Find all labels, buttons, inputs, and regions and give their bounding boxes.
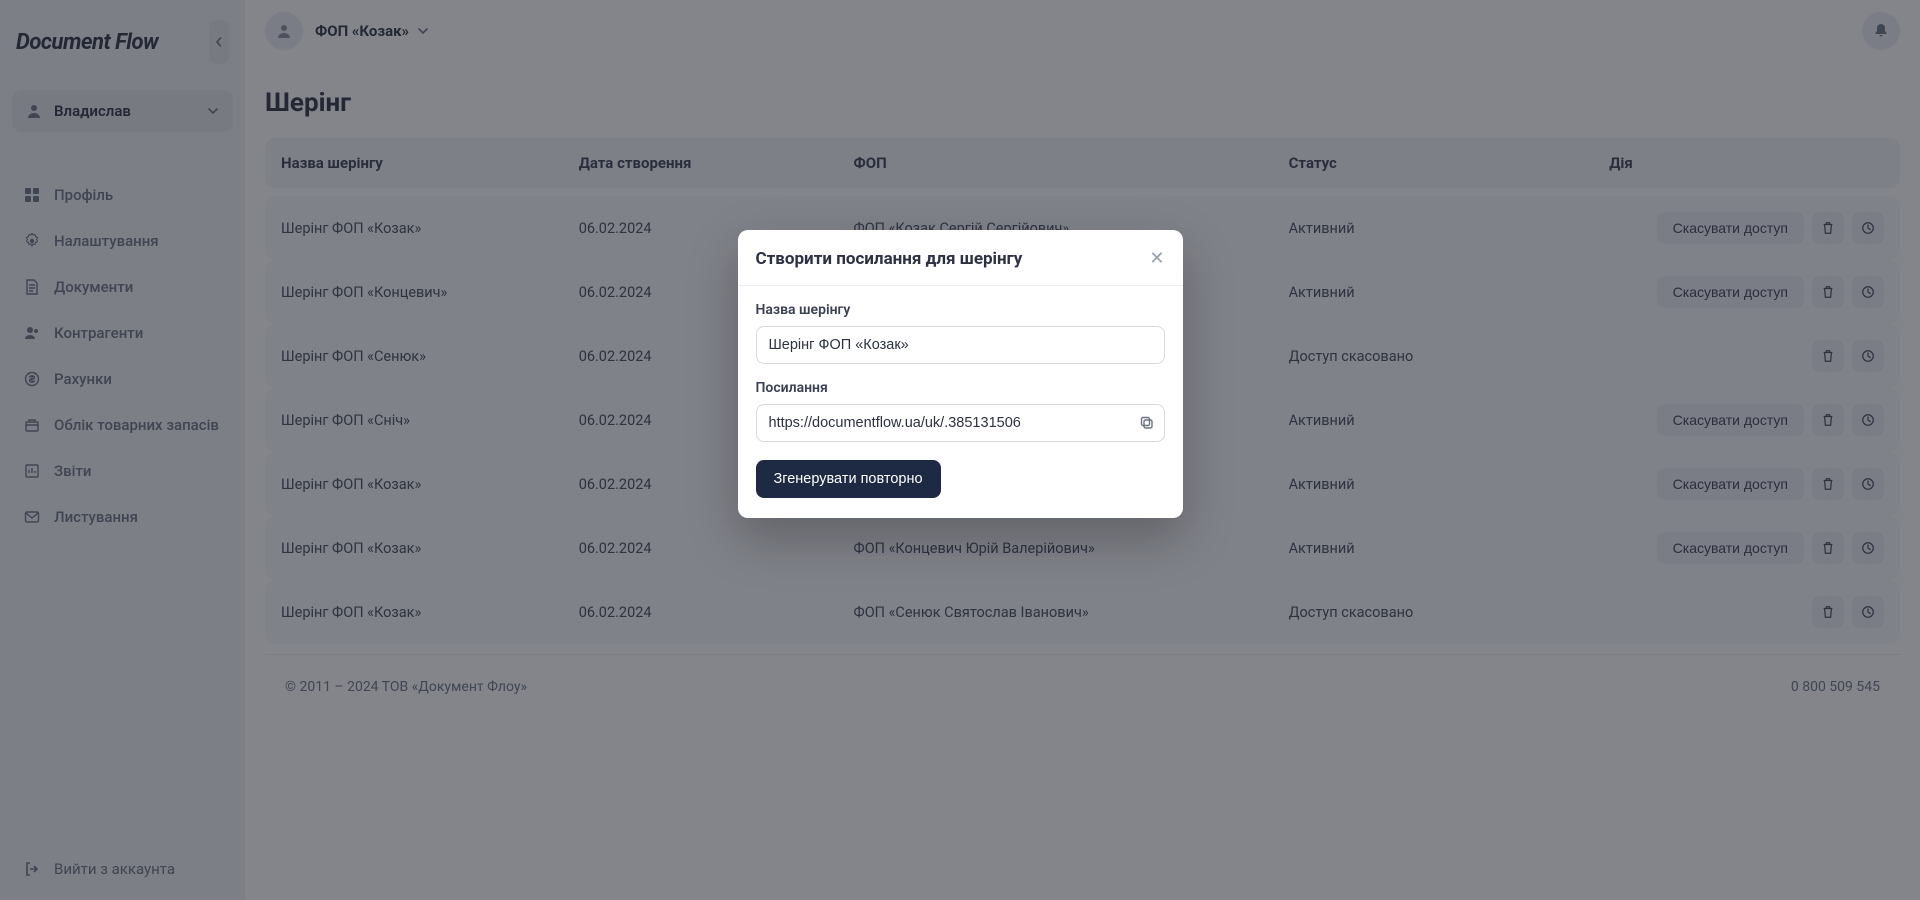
sharing-name-label: Назва шерінгу (756, 302, 1165, 318)
modal-overlay[interactable]: Створити посилання для шерінгу ✕ Назва ш… (0, 0, 1920, 900)
modal-body: Назва шерінгу Посилання Згенерувати повт… (738, 286, 1183, 518)
sharing-name-input[interactable] (756, 326, 1165, 364)
modal-close-button[interactable]: ✕ (1149, 248, 1164, 269)
sharing-link-label: Посилання (756, 380, 1165, 396)
close-icon: ✕ (1149, 248, 1164, 269)
copy-link-button[interactable] (1139, 415, 1155, 431)
regenerate-link-button[interactable]: Згенерувати повторно (756, 460, 941, 498)
modal-title: Створити посилання для шерінгу (756, 249, 1023, 269)
sharing-link-row (756, 404, 1165, 442)
sharing-link-input[interactable] (756, 404, 1165, 442)
modal-header: Створити посилання для шерінгу ✕ (738, 230, 1183, 286)
create-sharing-link-modal: Створити посилання для шерінгу ✕ Назва ш… (738, 230, 1183, 518)
copy-icon (1139, 415, 1155, 431)
